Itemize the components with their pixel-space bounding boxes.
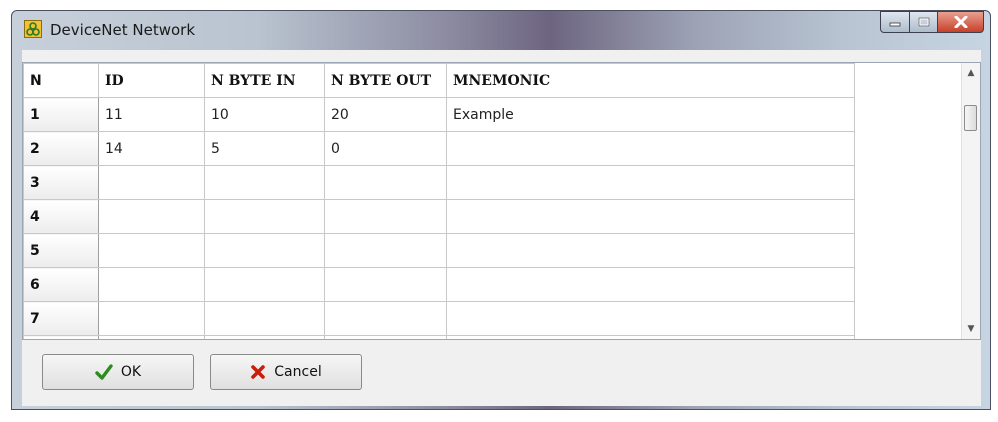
column-header-id[interactable]: ID: [98, 63, 205, 98]
table-row: 4: [23, 199, 855, 234]
cell-byte-out[interactable]: [324, 165, 447, 200]
cancel-button[interactable]: Cancel: [210, 354, 362, 390]
devicenet-app-icon: [24, 20, 42, 38]
cell-byte-out[interactable]: [324, 301, 447, 336]
cell-id[interactable]: [98, 199, 205, 234]
devicenet-window: DeviceNet Network N ID N BYTE IN N BYTE …: [11, 10, 991, 410]
close-icon: [954, 16, 967, 28]
row-number[interactable]: 3: [23, 165, 99, 200]
row-number[interactable]: 2: [23, 131, 99, 166]
ok-button[interactable]: OK: [42, 354, 194, 390]
table-row: 5: [23, 233, 855, 268]
window-title: DeviceNet Network: [50, 21, 196, 39]
cell-mnemonic[interactable]: [446, 165, 855, 200]
column-header-n[interactable]: N: [23, 63, 99, 98]
table-row: 7: [23, 301, 855, 336]
maximize-button[interactable]: [910, 11, 938, 33]
minimize-button[interactable]: [880, 11, 910, 33]
column-header-byte-in[interactable]: N BYTE IN: [204, 63, 325, 98]
header-row: N ID N BYTE IN N BYTE OUT MNEMONIC: [23, 63, 855, 98]
cell-byte-in[interactable]: [204, 165, 325, 200]
table-row: 3: [23, 165, 855, 200]
cell-byte-in[interactable]: [204, 199, 325, 234]
cell-id[interactable]: 14: [98, 131, 205, 166]
cell-mnemonic[interactable]: [446, 267, 855, 302]
cell-id[interactable]: [98, 267, 205, 302]
row-number[interactable]: 1: [23, 97, 99, 132]
table-row: 8: [23, 335, 855, 339]
cell-byte-out[interactable]: [324, 233, 447, 268]
column-header-mnemonic[interactable]: MNEMONIC: [446, 63, 855, 98]
cancel-button-label: Cancel: [274, 364, 322, 380]
table-row: 6: [23, 267, 855, 302]
row-number[interactable]: 4: [23, 199, 99, 234]
cell-mnemonic[interactable]: Example: [446, 97, 855, 132]
cell-byte-in[interactable]: [204, 267, 325, 302]
cell-mnemonic[interactable]: [446, 335, 855, 339]
cell-mnemonic[interactable]: [446, 199, 855, 234]
row-number[interactable]: 8: [23, 335, 99, 339]
maximize-icon: [918, 17, 929, 27]
column-header-byte-out[interactable]: N BYTE OUT: [324, 63, 447, 98]
cell-byte-out[interactable]: [324, 267, 447, 302]
scroll-up-arrow-icon[interactable]: ▲: [962, 65, 980, 81]
cell-byte-out[interactable]: [324, 335, 447, 339]
cell-id[interactable]: [98, 233, 205, 268]
cell-byte-in[interactable]: [204, 233, 325, 268]
close-button[interactable]: [938, 11, 984, 33]
cell-byte-out[interactable]: 0: [324, 131, 447, 166]
cell-id[interactable]: [98, 165, 205, 200]
vertical-scrollbar[interactable]: ▲ ▼: [961, 63, 980, 339]
row-number[interactable]: 5: [23, 233, 99, 268]
minimize-icon: [889, 22, 901, 27]
cell-mnemonic[interactable]: [446, 301, 855, 336]
table-row: 1 11 10 20 Example: [23, 97, 855, 132]
row-number[interactable]: 6: [23, 267, 99, 302]
cell-byte-out[interactable]: 20: [324, 97, 447, 132]
dialog-client-area: N ID N BYTE IN N BYTE OUT MNEMONIC 1 11 …: [22, 50, 981, 406]
network-grid[interactable]: N ID N BYTE IN N BYTE OUT MNEMONIC 1 11 …: [22, 62, 981, 340]
cell-id[interactable]: [98, 335, 205, 339]
cell-id[interactable]: [98, 301, 205, 336]
title-bar[interactable]: DeviceNet Network: [12, 11, 990, 51]
ok-button-label: OK: [120, 364, 142, 380]
table-row: 2 14 5 0: [23, 131, 855, 166]
cell-mnemonic[interactable]: [446, 233, 855, 268]
x-icon: [250, 364, 266, 380]
scroll-thumb[interactable]: [964, 105, 977, 131]
cell-byte-in[interactable]: 5: [204, 131, 325, 166]
check-icon: [95, 364, 113, 380]
cell-byte-out[interactable]: [324, 199, 447, 234]
cell-byte-in[interactable]: [204, 335, 325, 339]
cell-byte-in[interactable]: 10: [204, 97, 325, 132]
row-number[interactable]: 7: [23, 301, 99, 336]
cell-id[interactable]: 11: [98, 97, 205, 132]
cell-byte-in[interactable]: [204, 301, 325, 336]
scroll-down-arrow-icon[interactable]: ▼: [962, 321, 980, 337]
network-table: N ID N BYTE IN N BYTE OUT MNEMONIC 1 11 …: [23, 63, 855, 339]
cell-mnemonic[interactable]: [446, 131, 855, 166]
